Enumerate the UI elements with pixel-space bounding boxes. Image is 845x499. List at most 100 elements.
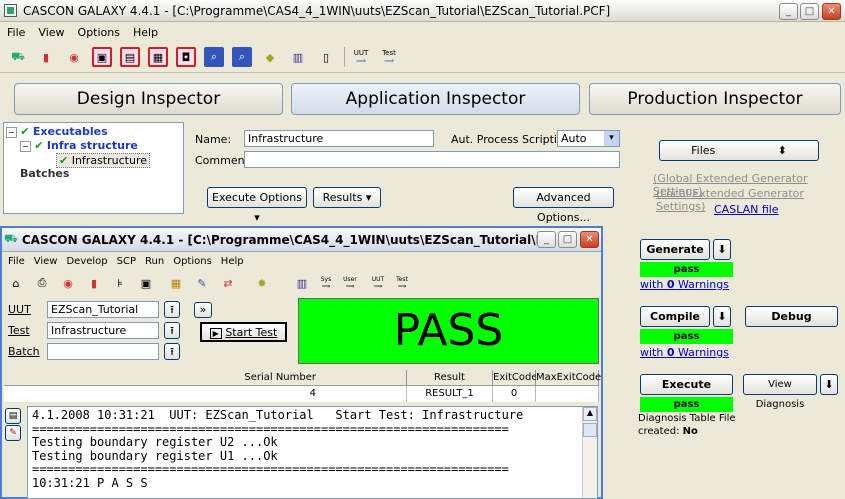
network-icon[interactable]: ⛟ — [8, 47, 28, 67]
chart-icon[interactable]: ▮ — [36, 47, 56, 67]
generate-button[interactable]: Generate — [640, 239, 710, 260]
print-icon[interactable]: ⎙ — [32, 273, 52, 293]
arrows-icon[interactable]: ⇄ — [218, 273, 238, 293]
execute-button[interactable]: Execute — [640, 374, 733, 395]
uut-browse-button[interactable]: ⭱ — [164, 301, 180, 318]
batch-input[interactable] — [47, 343, 159, 360]
app-icon: ⛟ — [4, 232, 18, 245]
test-icon[interactable]: Test ⟹ — [379, 47, 399, 67]
results-button[interactable]: Results ▾ — [313, 187, 381, 208]
test-browse-button[interactable]: ⭱ — [164, 322, 180, 339]
caslan-file-link[interactable]: CASLAN file — [714, 203, 779, 216]
inner-maximize-button[interactable]: □ — [558, 231, 577, 248]
target-icon[interactable]: ◉ — [58, 273, 78, 293]
window-title: CASCON GALAXY 4.4.1 - [C:\Programme\CAS4… — [23, 3, 611, 18]
compile-button[interactable]: Compile — [640, 306, 710, 327]
board-icon[interactable]: ▤ — [120, 47, 140, 67]
target-icon[interactable]: ◉ — [64, 47, 84, 67]
console-scrollbar[interactable]: ▲ — [582, 407, 597, 498]
tree-item-batches[interactable]: Batches — [20, 167, 69, 180]
inner-menu-file[interactable]: File — [8, 256, 25, 267]
design-inspector-tab[interactable]: Design Inspector — [14, 83, 283, 115]
batch-browse-button[interactable]: ⭱ — [164, 343, 180, 360]
log-icon[interactable]: ▤ — [5, 408, 21, 424]
comment-input[interactable] — [244, 151, 620, 168]
sys-icon[interactable]: Sys ⟹ — [316, 273, 336, 293]
open-icon[interactable]: ⌂ — [6, 273, 26, 293]
grid-header-maxexitcode[interactable]: MaxExitCode — [536, 370, 601, 386]
magnifier-plus-icon[interactable]: ⌕ — [232, 47, 252, 67]
menu-file[interactable]: File — [7, 26, 25, 39]
menu-options[interactable]: Options — [78, 26, 120, 39]
minimize-button[interactable]: _ — [779, 3, 798, 20]
uut-icon[interactable]: UUT ⟹ — [368, 273, 388, 293]
debug-button[interactable]: Debug — [745, 306, 838, 327]
test-icon-label: Test — [396, 276, 408, 283]
start-test-button[interactable]: ▶ Start Test — [200, 322, 287, 342]
tree-item-infra-structure[interactable]: − ✔ Infra structure — [20, 139, 138, 152]
production-inspector-tab[interactable]: Production Inspector — [589, 83, 841, 115]
test-icon[interactable]: Test ⟹ — [392, 273, 412, 293]
probe-icon[interactable]: ◆ — [260, 47, 280, 67]
diagnosis-table-text: Diagnosis Table File — [638, 413, 736, 424]
document-list-icon[interactable]: ▥ — [288, 47, 308, 67]
user-icon[interactable]: User ⟹ — [340, 273, 360, 293]
inner-close-button[interactable]: ✕ — [580, 231, 599, 248]
chip-icon[interactable]: ▣ — [136, 273, 156, 293]
inner-menu-develop[interactable]: Develop — [66, 256, 107, 267]
uut-input[interactable]: EZScan_Tutorial — [47, 301, 159, 318]
advanced-options-button[interactable]: Advanced Options... — [513, 187, 614, 224]
close-button[interactable]: ✕ — [822, 3, 841, 20]
new-page-icon[interactable]: ▯ — [316, 47, 336, 67]
compile-menu-button[interactable]: ⬇ — [713, 306, 731, 327]
name-input[interactable]: Infrastructure — [244, 130, 434, 147]
grid-cell-serial: 4 — [4, 386, 407, 402]
files-dropdown[interactable]: Files ⬍ — [659, 140, 819, 161]
test-runner-menu: File View Develop SCP Run Options Help — [2, 253, 247, 270]
magnifier-icon[interactable]: ⌕ — [204, 47, 224, 67]
table-icon[interactable]: ▦ — [166, 273, 186, 293]
generate-menu-button[interactable]: ⬇ — [713, 239, 731, 260]
gear-icon[interactable]: ✸ — [252, 273, 272, 293]
inner-menu-run[interactable]: Run — [145, 256, 164, 267]
grid-header-exitcode[interactable]: ExitCode — [493, 370, 538, 386]
grid-header-result[interactable]: Result — [407, 370, 493, 386]
inner-menu-scp[interactable]: SCP — [117, 256, 136, 267]
grid-header-serial[interactable]: Serial Number — [4, 370, 407, 386]
scroll-thumb[interactable] — [583, 423, 597, 437]
menu-view[interactable]: View — [38, 26, 64, 39]
tree-item-infrastructure[interactable]: ✔ Infrastructure — [56, 153, 150, 168]
maximize-button[interactable]: □ — [800, 3, 819, 20]
inner-menu-options[interactable]: Options — [173, 256, 212, 267]
inner-menu-view[interactable]: View — [34, 256, 58, 267]
scroll-up-icon[interactable]: ▲ — [583, 407, 597, 421]
console-output: 4.1.2008 10:31:21 UUT: EZScan_Tutorial S… — [27, 406, 598, 499]
compile-warnings-link[interactable]: with 0 Warnings — [640, 346, 729, 359]
view-diagnosis-menu-button[interactable]: ⬇ — [820, 374, 838, 395]
generate-warnings-link[interactable]: with 0 Warnings — [640, 278, 729, 291]
test-input[interactable]: Infrastructure — [47, 322, 159, 339]
list-icon[interactable]: ▥ — [292, 273, 312, 293]
tree-icon[interactable]: ⊧ — [110, 273, 130, 293]
uut-icon-label: UUT — [371, 276, 385, 283]
view-diagnosis-button[interactable]: View Diagnosis — [743, 374, 817, 410]
uut-icon[interactable]: UUT ⟹ — [351, 47, 371, 67]
start-test-label: Start Test — [225, 326, 278, 339]
component-icon[interactable]: ◘ — [176, 47, 196, 67]
edit-log-icon[interactable]: ✎ — [5, 425, 21, 441]
menu-help[interactable]: Help — [133, 26, 158, 39]
pen-icon[interactable]: ✎ — [192, 273, 212, 293]
chart-icon[interactable]: ▮ — [84, 273, 104, 293]
aut-process-select[interactable]: Auto ▾ — [557, 130, 620, 147]
tree-item-executables[interactable]: − ✔ Executables — [6, 125, 108, 138]
check-icon: ✔ — [20, 125, 30, 138]
expand-button[interactable]: » — [194, 302, 212, 318]
inner-minimize-button[interactable]: _ — [537, 231, 556, 248]
test-runner-title: CASCON GALAXY 4.4.1 - [C:\Programme\CAS4… — [21, 232, 542, 247]
grid-icon[interactable]: ▦ — [148, 47, 168, 67]
application-inspector-tab[interactable]: Application Inspector — [291, 83, 580, 115]
chip-icon[interactable]: ▣ — [92, 47, 112, 67]
inner-menu-help[interactable]: Help — [221, 256, 244, 267]
execute-options-button[interactable]: Execute Options ▾ — [207, 187, 307, 224]
grid-cell-maxexitcode — [536, 386, 599, 402]
